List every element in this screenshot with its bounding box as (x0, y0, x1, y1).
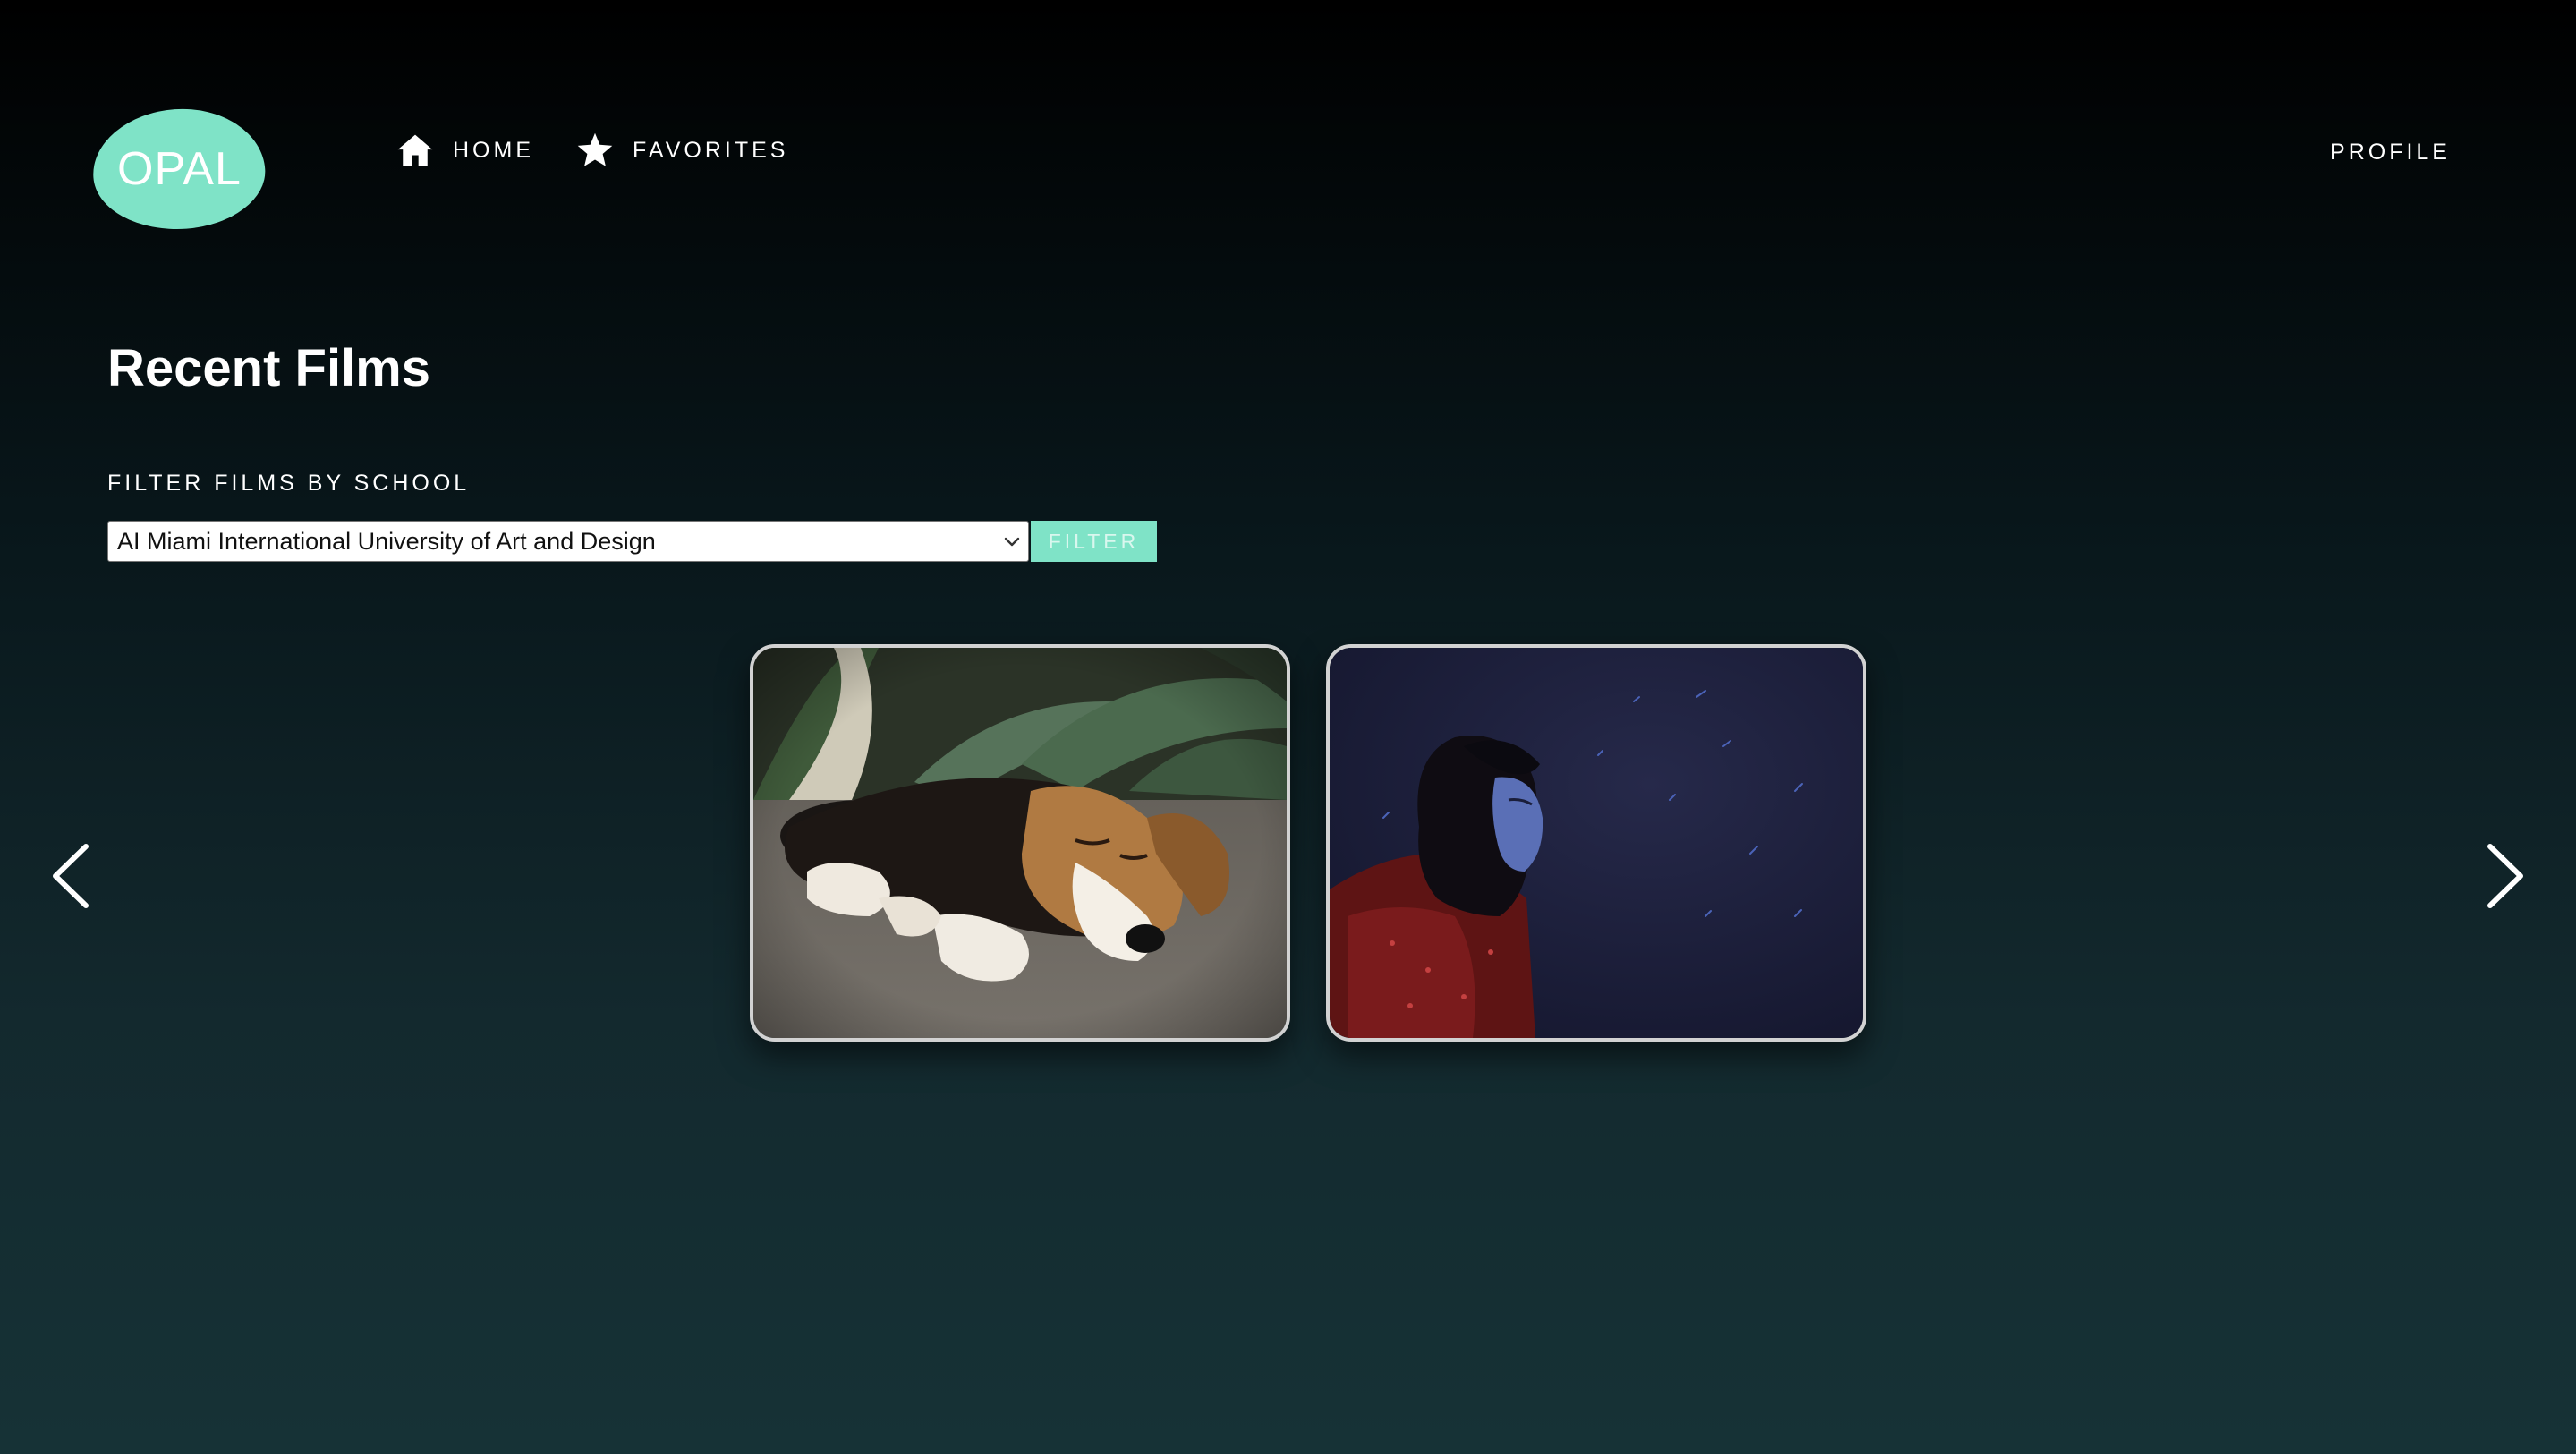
profile-link[interactable]: PROFILE (2330, 140, 2451, 166)
filter-button[interactable]: FILTER (1031, 521, 1157, 562)
film-card[interactable] (750, 644, 1290, 1042)
logo-text: OPAL (116, 143, 242, 195)
film-thumbnail-night-portrait (1330, 648, 1863, 1038)
film-thumbnail-beagle-puppy (753, 648, 1287, 1038)
carousel-next-button[interactable] (2483, 841, 2529, 911)
star-icon (577, 132, 613, 166)
home-icon (397, 134, 433, 166)
selected-school: AI Miami International University of Art… (117, 527, 656, 555)
film-card[interactable] (1326, 644, 1866, 1042)
chevron-down-icon (1004, 537, 1020, 547)
chevron-right-icon (2487, 844, 2523, 908)
nav-item-label: FAVORITES (633, 137, 789, 163)
main-nav: HOME FAVORITES (395, 131, 829, 170)
opal-logo[interactable]: OPAL (89, 103, 269, 235)
chevron-left-icon (53, 844, 89, 908)
page-title: Recent Films (107, 339, 430, 397)
nav-item-label: HOME (453, 137, 534, 163)
filter-label: FILTER FILMS BY SCHOOL (107, 471, 471, 496)
nav-item-home[interactable]: HOME (395, 131, 534, 170)
carousel-prev-button[interactable] (47, 841, 93, 911)
school-select[interactable]: AI Miami International University of Art… (107, 521, 1029, 562)
nav-item-favorites[interactable]: FAVORITES (575, 131, 788, 170)
